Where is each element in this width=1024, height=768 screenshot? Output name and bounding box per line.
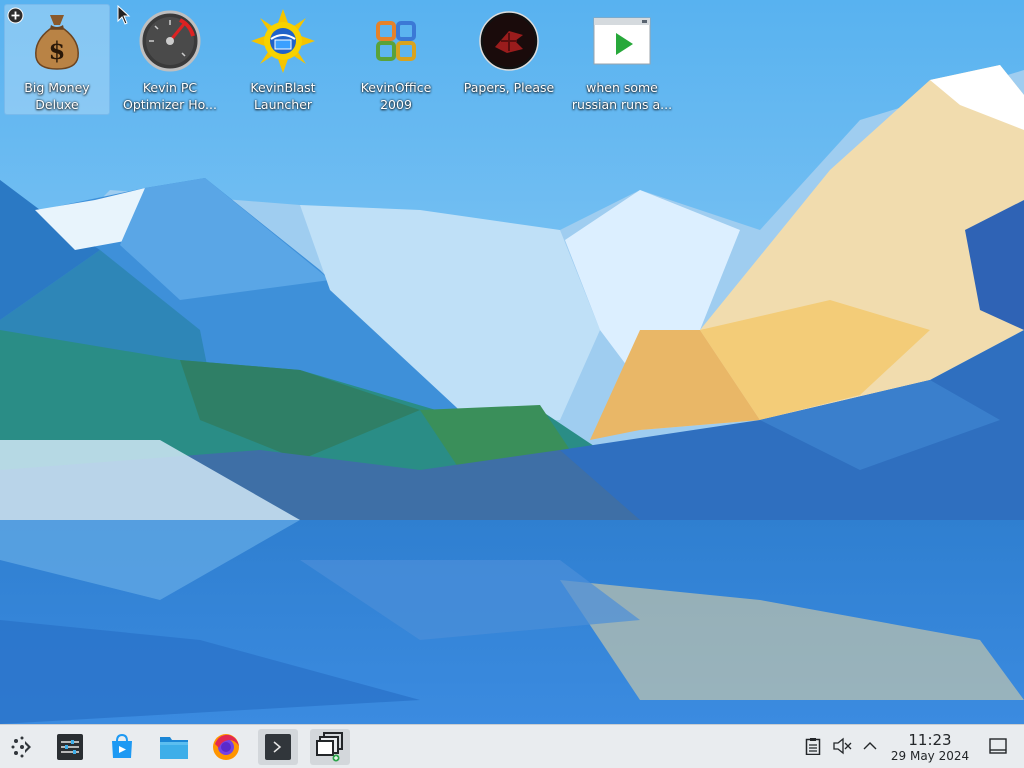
desktop-icon-kevin-pc-optimizer[interactable]: Kevin PC Optimizer Ho...: [117, 4, 223, 115]
money-bag-icon: $: [25, 9, 89, 73]
digital-clock[interactable]: 11:23 29 May 2024: [884, 731, 976, 764]
desktop-icon-label: Kevin PC Optimizer Ho...: [123, 80, 217, 112]
clipboard-icon: [805, 738, 821, 755]
mouse-pointer-icon: [117, 5, 131, 25]
system-settings-button[interactable]: [50, 729, 90, 765]
window-stack-icon: [316, 732, 343, 762]
desktop-icon-when-some-russian-runs[interactable]: when some russian runs a...: [569, 4, 675, 115]
sun-globe-icon: [251, 9, 315, 73]
volume-muted-icon: [833, 737, 852, 755]
svg-text:$: $: [49, 36, 66, 65]
discover-store-icon: [112, 733, 132, 758]
desktop-icon-label: KevinOffice 2009: [360, 80, 432, 112]
desktop-icon-kevinblast-launcher[interactable]: KevinBlast Launcher: [230, 4, 336, 115]
show-desktop-button[interactable]: [986, 734, 1010, 758]
terminal-button[interactable]: [258, 729, 298, 765]
window-switcher-button[interactable]: [310, 729, 350, 765]
clipboard-tray-button[interactable]: [801, 734, 825, 758]
desktop-icon-kevinoffice-2009[interactable]: KevinOffice 2009: [343, 4, 449, 115]
video-play-icon: [590, 9, 654, 73]
discover-button[interactable]: [102, 729, 142, 765]
show-desktop-icon: [989, 738, 1007, 754]
desktop-icon-label: when some russian runs a...: [571, 80, 673, 112]
taskbar: 11:23 29 May 2024: [0, 724, 1024, 768]
desktop-icon-label: Papers, Please: [463, 80, 555, 95]
firefox-button[interactable]: [206, 729, 246, 765]
settings-sliders-icon: [57, 734, 83, 760]
clock-date: 29 May 2024: [890, 749, 970, 763]
chevron-up-icon: [863, 742, 877, 750]
show-hidden-tray-button[interactable]: [858, 734, 882, 758]
plus-icon[interactable]: [7, 7, 24, 24]
folder-icon: [160, 737, 188, 759]
papers-please-emblem-icon: [477, 9, 541, 73]
office-logo-icon: [364, 9, 428, 73]
terminal-icon: [265, 734, 291, 760]
firefox-icon: [213, 734, 239, 760]
file-manager-button[interactable]: [154, 729, 194, 765]
desktop-icon-label: Big Money Deluxe: [24, 80, 90, 112]
desktop-icon-big-money-deluxe[interactable]: $ Big Money Deluxe: [4, 4, 110, 115]
volume-tray-button[interactable]: [830, 734, 854, 758]
application-launcher-button[interactable]: [2, 729, 42, 765]
desktop-icon-label: KevinBlast Launcher: [250, 80, 316, 112]
desktop-icon-papers-please[interactable]: Papers, Please: [456, 4, 562, 115]
clock-time: 11:23: [908, 731, 952, 749]
kde-launcher-icon: [11, 736, 31, 758]
speedometer-icon: [138, 9, 202, 73]
